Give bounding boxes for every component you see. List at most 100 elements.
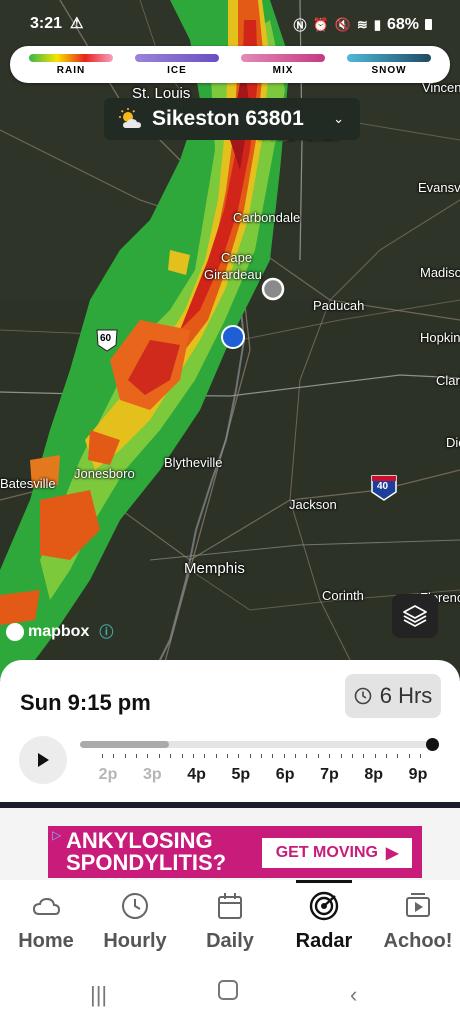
back-icon[interactable]: ‹	[350, 982, 357, 1008]
legend-snow-bar	[347, 53, 431, 62]
time-range-label: 6 Hrs	[379, 683, 433, 708]
timeline-tick	[249, 754, 251, 758]
timeline-tick	[420, 754, 421, 758]
city-label: Jonesboro	[74, 466, 135, 481]
mute-icon: 🔇	[334, 16, 351, 32]
wifi-icon: ≋	[356, 16, 368, 32]
radar-icon	[309, 891, 339, 921]
clock-icon	[122, 893, 148, 919]
time-range-button[interactable]: 6 Hrs	[345, 674, 441, 718]
bottom-navigation: Home Hourly Daily Radar Achoo!	[0, 880, 460, 970]
ad-banner[interactable]: ▷ ANKYLOSING SPONDYLITIS? GET MOVING ▶	[0, 802, 460, 882]
legend-mix: MIX	[239, 53, 327, 76]
timeline-tick	[192, 754, 194, 758]
nav-home[interactable]: Home	[0, 880, 92, 970]
map-layers-button[interactable]	[392, 594, 438, 638]
timeline-tick	[295, 754, 297, 758]
legend-rain: RAIN	[27, 53, 115, 76]
city-label: Batesville	[0, 476, 56, 491]
city-label: Memphis	[184, 560, 245, 577]
ad-headline-1: ANKYLOSING	[66, 828, 213, 853]
city-label: Cape	[221, 250, 253, 265]
play-button[interactable]	[19, 736, 67, 784]
legend-rain-bar	[29, 53, 113, 62]
legend-ice: ICE	[133, 53, 221, 76]
nfc-icon: Ⓝ	[293, 18, 307, 33]
timeline-tick	[226, 754, 228, 758]
ad-cta-button[interactable]: GET MOVING ▶	[260, 836, 414, 870]
recent-apps-icon[interactable]: |||	[90, 982, 107, 1008]
system-navigation-bar: ||| ‹	[0, 970, 460, 1022]
route-shield-60: 60	[100, 333, 112, 344]
timeline-hour-label[interactable]: 3p	[143, 766, 162, 784]
timeline-tick	[283, 754, 285, 758]
timeline-hour-label[interactable]: 9p	[409, 766, 428, 784]
timeline-tick	[238, 754, 240, 758]
nav-hourly-label: Hourly	[103, 930, 167, 952]
timeline-hour-label[interactable]: 8p	[364, 766, 383, 784]
timeline-tick	[113, 754, 115, 758]
signal-icon: ▮	[373, 16, 381, 32]
alarm-icon: ⏰	[312, 16, 329, 32]
nav-radar[interactable]: Radar	[278, 880, 370, 970]
timeline-hour-label[interactable]: 4p	[187, 766, 206, 784]
ad-cta-label: GET MOVING	[275, 844, 378, 861]
cloud-icon	[32, 897, 61, 915]
timeline-tick	[136, 754, 138, 758]
timeline-tick	[329, 754, 331, 758]
nav-daily-label: Daily	[206, 930, 254, 952]
precipitation-legend: RAIN ICE MIX SNOW	[10, 46, 450, 83]
legend-mix-bar	[241, 53, 325, 62]
nav-achoo[interactable]: Achoo!	[372, 880, 460, 970]
home-icon[interactable]	[218, 980, 238, 1006]
mapbox-attribution[interactable]: mapbox ⓘ	[6, 622, 113, 642]
legend-ice-bar	[135, 53, 219, 62]
timeline-slider[interactable]	[80, 738, 439, 751]
current-location-marker[interactable]	[221, 325, 245, 349]
status-bar: 3:21 ⚠ Ⓝ ⏰ 🔇 ≋ ▮ 68%	[0, 0, 460, 46]
timeline-tick	[385, 754, 387, 758]
location-selector[interactable]: Sikeston 63801 ⌄	[104, 98, 360, 140]
city-label: Clarksville	[436, 373, 460, 388]
city-label: Corinth	[322, 588, 364, 603]
timeline-tick	[408, 754, 410, 758]
timeline-tick	[397, 754, 399, 758]
timeline-tick	[170, 754, 172, 758]
city-label: Jackson	[289, 497, 337, 512]
partly-sunny-icon	[119, 108, 141, 128]
legend-ice-label: ICE	[167, 64, 187, 76]
timeline-tick	[181, 754, 183, 758]
video-icon	[406, 893, 430, 917]
timeline-tick	[147, 754, 149, 758]
timeline-hour-label[interactable]: 2p	[99, 766, 118, 784]
city-label: Carbondale	[233, 210, 301, 225]
nav-daily[interactable]: Daily	[184, 880, 276, 970]
timeline-hour-label[interactable]: 5p	[232, 766, 251, 784]
play-arrow-icon: ▶	[385, 845, 399, 862]
legend-mix-label: MIX	[272, 64, 294, 76]
status-time: 3:21	[30, 15, 63, 32]
mapbox-logo-icon	[6, 623, 24, 641]
timeline-tick	[306, 754, 308, 758]
timeline-hour-label[interactable]: 7p	[320, 766, 339, 784]
play-icon	[38, 753, 49, 767]
legend-rain-label: RAIN	[56, 64, 86, 76]
timeline-slider-handle[interactable]	[426, 738, 439, 751]
battery-level: 68%	[386, 15, 419, 33]
city-label: Girardeau	[204, 267, 262, 282]
timeline-tick	[158, 754, 160, 758]
info-icon[interactable]: ⓘ	[99, 622, 113, 642]
nav-radar-label: Radar	[295, 930, 353, 952]
nav-hourly[interactable]: Hourly	[89, 880, 181, 970]
city-label: Paducah	[313, 298, 365, 313]
selected-location-marker[interactable]	[261, 277, 285, 301]
timeline-date-label: Sun 9:15 pm	[20, 690, 151, 715]
timeline-hour-label[interactable]: 6p	[276, 766, 295, 784]
ad-headline-2: SPONDYLITIS?	[66, 850, 227, 875]
ad-creative[interactable]: ▷ ANKYLOSING SPONDYLITIS? GET MOVING ▶	[48, 826, 422, 878]
ad-choices-icon[interactable]: ▷	[52, 828, 61, 842]
timeline-tick	[261, 754, 262, 758]
calendar-icon	[218, 893, 242, 919]
timeline-tick	[340, 754, 342, 758]
timeline-buffered	[80, 741, 170, 748]
